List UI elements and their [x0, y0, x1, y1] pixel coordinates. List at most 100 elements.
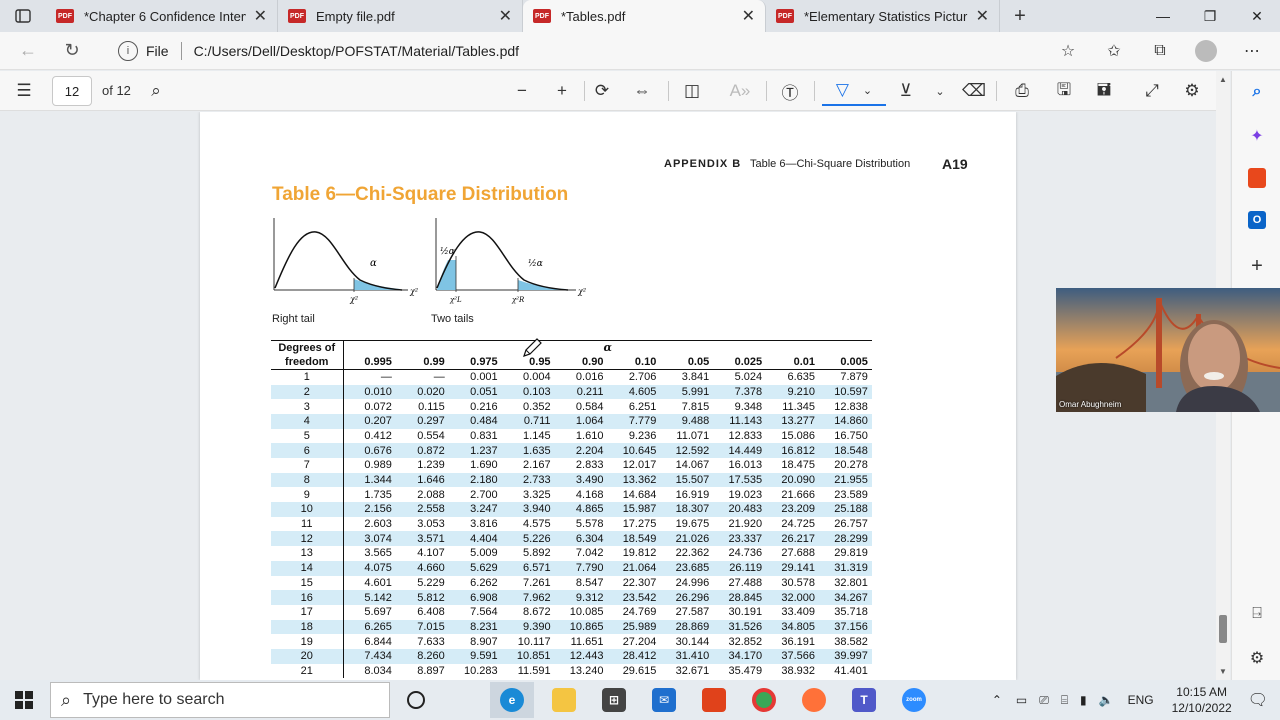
fullscreen-icon[interactable]: ⤢ — [1136, 76, 1168, 106]
taskbar-explorer[interactable] — [542, 682, 586, 718]
url-text[interactable]: C:/Users/Dell/Desktop/POFSTAT/Material/T… — [194, 43, 519, 59]
save-as-icon[interactable]: 🖬 — [1088, 76, 1120, 106]
tab-tables[interactable]: PDF *Tables.pdf ✕ — [523, 0, 766, 32]
value-cell: 0.001 — [470, 371, 498, 384]
tab-actions-button[interactable] — [0, 0, 46, 32]
contents-icon[interactable]: ☰ — [8, 76, 40, 106]
text-box-icon[interactable]: Ⓣ — [774, 76, 806, 106]
find-icon[interactable]: ⌕ — [140, 76, 172, 106]
language-indicator[interactable]: ENG — [1128, 693, 1154, 707]
table-row: 16 5.142 5.812 6.908 7.962 9.312 23.542 26.296 2… — [271, 590, 872, 605]
more-menu-icon[interactable]: ⋯ — [1234, 36, 1270, 66]
fit-width-icon[interactable]: ⇔ — [626, 76, 658, 106]
taskbar-zoom[interactable]: zoom — [892, 682, 936, 718]
zoom-in-icon[interactable]: + — [546, 76, 578, 106]
profile-avatar[interactable] — [1188, 36, 1224, 66]
taskbar-chrome[interactable] — [742, 682, 786, 718]
favorites-icon[interactable]: ✩ — [1096, 36, 1132, 66]
highlight-chevron-icon[interactable]: ⌄ — [924, 76, 956, 106]
taskbar-teams[interactable]: T — [842, 682, 886, 718]
scroll-down-icon[interactable]: ▼ — [1219, 667, 1227, 676]
zoom-out-icon[interactable]: − — [506, 76, 538, 106]
start-button[interactable] — [2, 682, 46, 718]
edge-icon: e — [500, 688, 524, 712]
taskbar-firefox[interactable] — [792, 682, 836, 718]
add-favorite-icon[interactable]: ☆ — [1050, 36, 1086, 66]
sidebar-settings-icon[interactable]: ⚙ — [1244, 645, 1270, 671]
tab-chapter6[interactable]: PDF *Chapter 6 Confidence Intervals.pdf … — [46, 0, 278, 32]
refresh-button[interactable]: ↻ — [54, 36, 90, 66]
volume-icon[interactable]: 🔈 — [1099, 693, 1114, 707]
pdf-file-icon: PDF — [776, 9, 794, 23]
scrollbar-thumb[interactable] — [1219, 615, 1227, 643]
taskbar-search[interactable]: ⌕ Type here to search — [50, 682, 390, 718]
close-tab-icon[interactable]: ✕ — [742, 6, 755, 26]
meet-now-icon[interactable]: ⎚ — [1039, 693, 1049, 708]
network-icon[interactable]: ⌸ — [1061, 693, 1068, 708]
sidebar-toggle-icon[interactable]: ⍈ — [1244, 601, 1270, 627]
value-cell: 3.074 — [343, 531, 396, 547]
outlook-icon[interactable]: O — [1244, 207, 1270, 233]
alpha-label: α — [370, 258, 377, 269]
page-number-input[interactable]: 12 — [52, 76, 92, 106]
maximize-button[interactable]: ❐ — [1187, 0, 1233, 32]
taskbar-store[interactable]: ⊞ — [592, 682, 636, 718]
close-tab-icon[interactable]: ✕ — [499, 6, 512, 26]
add-sidebar-app-icon[interactable]: + — [1244, 253, 1270, 279]
close-tab-icon[interactable]: ✕ — [254, 6, 267, 26]
value-cell: 27.488 — [728, 576, 763, 589]
taskbar-mail[interactable]: ✉ — [642, 682, 686, 718]
print-icon[interactable]: ⎙ — [1006, 76, 1038, 106]
tab-elementary-stats[interactable]: PDF *Elementary Statistics Picturing the… — [766, 0, 1000, 32]
value-cell: 30.191 — [728, 606, 763, 619]
value-cell: 7.815 — [681, 400, 710, 413]
notifications-icon[interactable]: 🗨 — [1248, 690, 1268, 710]
clock[interactable]: 10:15 AM 12/10/2022 — [1172, 684, 1232, 716]
draw-icon: ▽ — [835, 80, 849, 99]
close-window-button[interactable]: ✕ — [1234, 0, 1280, 32]
minimize-button[interactable]: — — [1140, 0, 1186, 32]
copilot-icon[interactable]: ✦ — [1244, 123, 1270, 149]
search-icon[interactable]: ⌕ — [1244, 79, 1270, 105]
value-cell: 19.023 — [728, 488, 763, 501]
info-icon[interactable]: i — [118, 41, 138, 61]
value-cell: 20.090 — [766, 472, 820, 488]
table-row: 12 3.074 3.571 4.404 5.226 6.304 18.549 21.026 2… — [271, 531, 872, 547]
value-cell: 21.026 — [660, 531, 714, 547]
rotate-icon[interactable]: ⟳ — [586, 76, 618, 106]
battery-icon[interactable]: ▭ — [1016, 693, 1027, 707]
address-field[interactable]: i File C:/Users/Dell/Desktop/POFSTAT/Mat… — [108, 36, 1093, 66]
df-cell: 10 — [271, 502, 344, 517]
taskbar-edge[interactable]: e — [490, 682, 534, 718]
read-aloud-icon[interactable]: A» — [724, 76, 756, 106]
value-cell: 21.064 — [607, 560, 661, 576]
value-cell: 4.660 — [395, 560, 449, 576]
pdf-viewer[interactable]: APPENDIX B Table 6—Chi-Square Distributi… — [0, 112, 1216, 680]
collections-icon[interactable]: ⧉ — [1142, 36, 1178, 66]
tray-chevron-icon[interactable]: ⌃ — [992, 693, 1002, 707]
settings-gear-icon[interactable]: ⚙ — [1176, 76, 1208, 106]
eraser-icon[interactable]: ⌫ — [958, 76, 990, 106]
close-tab-icon[interactable]: ✕ — [976, 6, 989, 26]
value-cell: 9.591 — [448, 648, 502, 664]
save-icon[interactable]: 🖫 — [1048, 76, 1080, 106]
taskbar-office[interactable] — [692, 682, 736, 718]
office-icon[interactable] — [1244, 165, 1270, 191]
highlight-icon[interactable]: ⊻ — [890, 76, 922, 106]
value-cell: 7.261 — [523, 576, 551, 589]
mic-icon[interactable]: ▮ — [1080, 693, 1087, 707]
scroll-up-icon[interactable]: ▲ — [1219, 75, 1227, 84]
col-header: 0.90 — [582, 356, 604, 369]
new-tab-button[interactable]: + — [1000, 0, 1040, 32]
tab-title: *Elementary Statistics Picturing the Wor… — [804, 8, 968, 24]
value-cell: 23.589 — [834, 488, 868, 501]
tab-empty-file[interactable]: PDF Empty file.pdf ✕ — [278, 0, 523, 32]
value-cell: 1.635 — [501, 443, 555, 458]
value-cell: 7.015 — [395, 619, 449, 635]
back-button[interactable]: ← — [10, 36, 46, 66]
draw-tool-button[interactable]: ▽ ⌄ — [822, 76, 886, 106]
cortana-icon[interactable] — [394, 682, 438, 718]
header-table-name: Table 6—Chi-Square Distribution — [750, 158, 911, 170]
page-view-icon[interactable]: ◫ — [676, 76, 708, 106]
value-cell: 5.578 — [575, 518, 604, 531]
